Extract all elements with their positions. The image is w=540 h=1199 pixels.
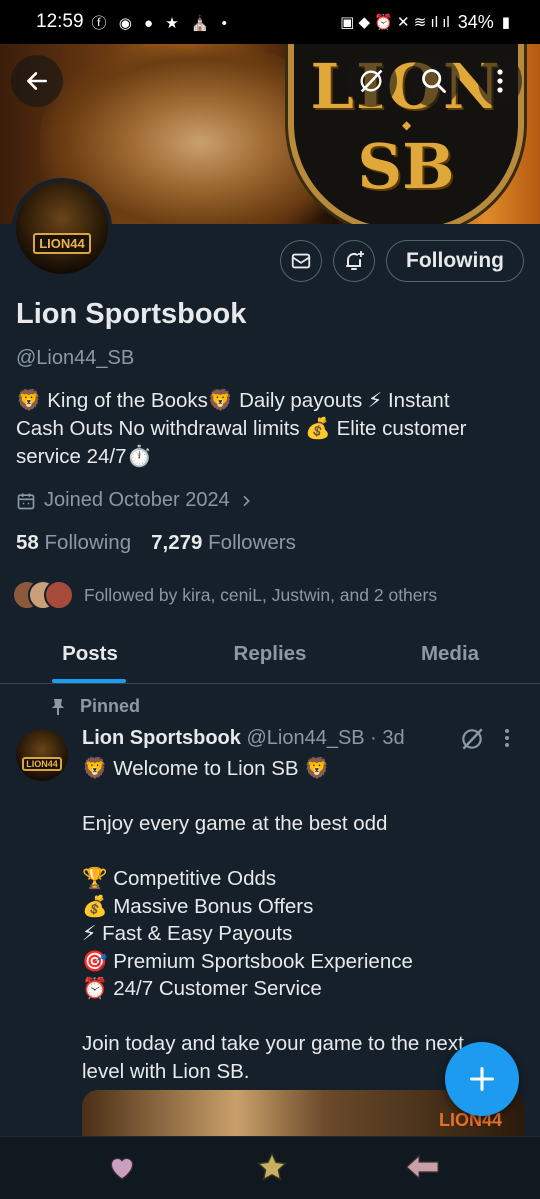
- status-bar: 12:59 ⓕ ◉ ● ★ ⛪ • ▣ ◆ ⏰ ✕ ≋ ıl ıl 34% ▮: [0, 0, 540, 44]
- joined-text: Joined October 2024: [44, 489, 230, 511]
- post-author-name: Lion Sportsbook: [82, 727, 241, 749]
- search-icon: [422, 69, 446, 93]
- battery-level: 34%: [457, 11, 494, 32]
- bell-plus-icon: [346, 251, 364, 270]
- post-text: 🦁 Welcome to Lion SB 🦁 Enjoy every game …: [82, 755, 522, 1085]
- post-line: Enjoy every game at the best odd: [82, 812, 388, 835]
- followers-count: 7,279: [151, 531, 203, 554]
- bio-line: service 24/7⏱️: [16, 445, 153, 468]
- more-vertical-icon: [505, 729, 509, 747]
- calendar-icon: [17, 493, 35, 509]
- pinned-label: Pinned: [80, 696, 141, 716]
- grok-icon: [360, 69, 383, 93]
- nav-star-button[interactable]: [256, 1151, 288, 1188]
- compose-post-button[interactable]: [445, 1042, 519, 1116]
- heart-icon: [110, 1157, 134, 1180]
- status-right: ▣ ◆ ⏰ ✕ ≋ ıl ıl 34% ▮: [340, 12, 510, 33]
- profile-handle: @Lion44_SB: [16, 347, 135, 369]
- following-count: 58: [16, 531, 39, 554]
- post-line: ⚡ Fast & Easy Payouts: [82, 922, 293, 945]
- grok-button[interactable]: [345, 55, 397, 107]
- pinned-indicator: Pinned: [50, 696, 140, 717]
- bottom-navigation: [0, 1136, 540, 1199]
- more-options-button[interactable]: [478, 55, 522, 107]
- following-button[interactable]: Following: [386, 240, 524, 282]
- follower-avatar: [44, 580, 74, 610]
- status-time: 12:59: [36, 11, 84, 32]
- follow-stats: 58 Following 7,279 Followers: [16, 531, 296, 555]
- nav-heart-button[interactable]: [106, 1151, 138, 1188]
- post-handle-time: @Lion44_SB · 3d: [246, 727, 405, 749]
- profile-tabs: Posts Replies Media: [0, 630, 540, 684]
- bio-line: 🦁 King of the Books🦁 Daily payouts ⚡ Ins…: [16, 389, 450, 412]
- more-vertical-icon: [497, 69, 503, 93]
- post-line: 🏆 Competitive Odds: [82, 867, 277, 890]
- tab-label: Media: [420, 642, 480, 665]
- tab-label: Replies: [233, 642, 307, 665]
- post-line: [82, 1003, 522, 1031]
- post-line: [82, 838, 522, 866]
- tab-posts[interactable]: Posts: [0, 630, 180, 683]
- notifications-button[interactable]: [333, 240, 375, 282]
- avatar-image: LION44: [16, 182, 108, 274]
- pin-icon: [52, 698, 64, 715]
- nav-back-button[interactable]: [404, 1151, 442, 1188]
- post-line: ⏰ 24/7 Customer Service: [82, 977, 322, 1000]
- tab-replies[interactable]: Replies: [180, 630, 360, 683]
- back-arrow-icon: [405, 1154, 439, 1180]
- post-line: 🦁 Welcome to Lion SB 🦁: [82, 757, 330, 780]
- joined-date[interactable]: Joined October 2024: [16, 489, 254, 512]
- profile-bio: 🦁 King of the Books🦁 Daily payouts ⚡ Ins…: [16, 387, 516, 471]
- star-icon: [257, 1152, 287, 1181]
- plus-icon: [469, 1066, 495, 1092]
- followed-by-text: Followed by kira, ceniL, Justwin, and 2 …: [84, 584, 438, 605]
- battery-icon: ▮: [501, 14, 510, 31]
- mail-icon: [291, 253, 311, 269]
- followers-label: Followers: [208, 531, 296, 554]
- system-icons: ▣ ◆ ⏰ ✕ ≋ ıl ıl: [340, 14, 450, 31]
- post-more-button[interactable]: [504, 728, 510, 754]
- post-line: 💰 Massive Bonus Offers: [82, 894, 314, 918]
- post-line: 🎯 Premium Sportsbook Experience: [82, 949, 413, 973]
- back-button[interactable]: [11, 55, 63, 107]
- notification-icons: ⓕ ◉ ● ★ ⛪ •: [91, 14, 231, 32]
- post-line: [82, 783, 522, 811]
- message-button[interactable]: [280, 240, 322, 282]
- followers-stat[interactable]: 7,279 Followers: [151, 531, 296, 555]
- avatar-logo-text: LION44: [22, 757, 62, 771]
- following-label: Following: [44, 531, 132, 554]
- profile-avatar[interactable]: LION44: [12, 178, 112, 278]
- active-tab-indicator: [52, 679, 126, 683]
- arrow-left-icon: [27, 72, 47, 90]
- tab-media[interactable]: Media: [360, 630, 540, 683]
- following-stat[interactable]: 58 Following: [16, 531, 131, 555]
- post-grok-button[interactable]: [459, 726, 485, 757]
- logo-text-line2: SB: [357, 130, 455, 203]
- chevron-right-icon: [243, 495, 250, 506]
- bio-line: Cash Outs No withdrawal limits 💰 Elite c…: [16, 417, 467, 440]
- post-header[interactable]: Lion Sportsbook @Lion44_SB · 3d: [82, 727, 405, 750]
- post-author-avatar[interactable]: LION44: [16, 729, 68, 781]
- profile-name: Lion Sportsbook: [16, 298, 247, 330]
- followed-by[interactable]: Followed by kira, ceniL, Justwin, and 2 …: [12, 580, 437, 610]
- tab-label: Posts: [62, 642, 118, 665]
- grok-icon: [462, 728, 483, 750]
- avatar-logo-text: LION44: [33, 233, 91, 254]
- search-button[interactable]: [408, 55, 460, 107]
